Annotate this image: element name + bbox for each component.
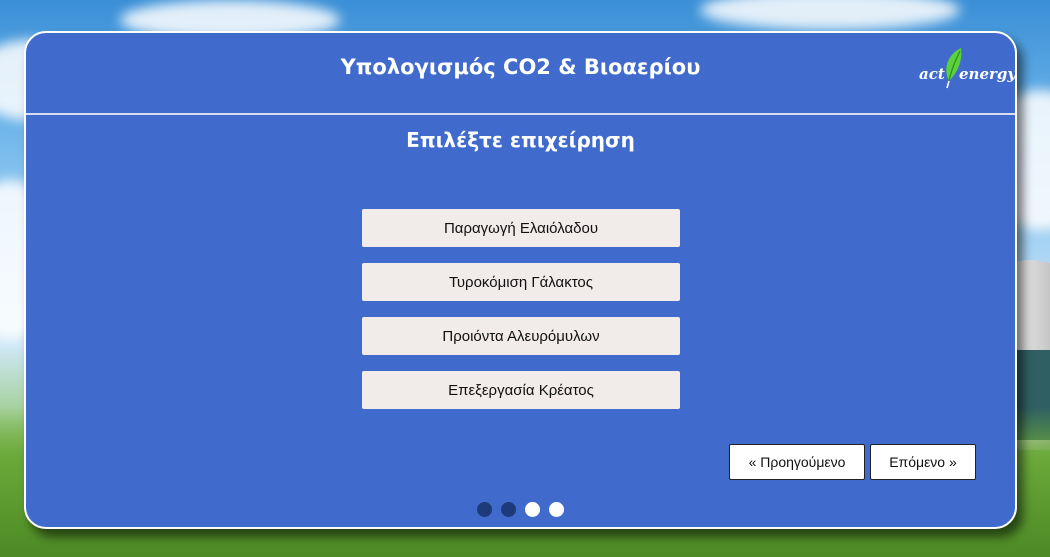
step-dot[interactable] bbox=[501, 502, 516, 517]
business-options: Παραγωγή Ελαιόλαδου Τυροκόμιση Γάλακτος … bbox=[362, 209, 680, 425]
cloud bbox=[700, 0, 960, 30]
logo-text-energy: energy bbox=[959, 65, 1017, 83]
previous-button[interactable]: « Προηγούμενο bbox=[729, 444, 865, 480]
step-dot[interactable] bbox=[477, 502, 492, 517]
app-title: Υπολογισμός CO2 & Βιοαερίου bbox=[340, 55, 701, 79]
step-indicator bbox=[477, 502, 564, 518]
calculator-panel: Υπολογισμός CO2 & Βιοαερίου act energy Ε… bbox=[24, 31, 1017, 529]
option-cheese-making-button[interactable]: Τυροκόμιση Γάλακτος bbox=[362, 263, 680, 301]
option-meat-processing-button[interactable]: Επεξεργασία Κρέατος bbox=[362, 371, 680, 409]
panel-header: Υπολογισμός CO2 & Βιοαερίου act energy bbox=[26, 33, 1016, 115]
page-heading: Επιλέξτε επιχείρηση bbox=[406, 128, 635, 152]
option-flour-mill-button[interactable]: Προιόντα Αλευρόμυλων bbox=[362, 317, 680, 355]
next-button[interactable]: Επόμενο » bbox=[870, 444, 976, 480]
act-energy-logo: act energy bbox=[915, 47, 1016, 91]
step-dot[interactable] bbox=[549, 502, 564, 517]
option-olive-oil-button[interactable]: Παραγωγή Ελαιόλαδου bbox=[362, 209, 680, 247]
step-dot[interactable] bbox=[525, 502, 540, 517]
